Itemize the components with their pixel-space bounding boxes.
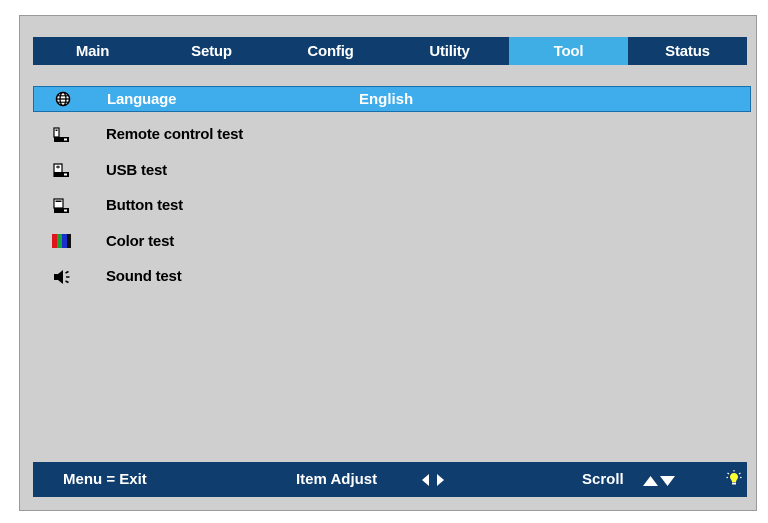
tab-config[interactable]: Config <box>271 37 390 65</box>
menu-exit-hint: Menu = Exit <box>63 471 147 488</box>
button-test-icon <box>51 197 73 215</box>
hint-bar: Menu = Exit Item Adjust Scroll <box>33 462 747 497</box>
language-value[interactable]: English <box>359 91 413 108</box>
menu-item-usb-test[interactable]: USB test <box>33 153 751 189</box>
tool-menu-list: Language English Remote control test USB… <box>33 86 751 295</box>
menu-item-label: Remote control test <box>106 126 244 144</box>
menu-item-color-test[interactable]: Color test <box>33 224 751 260</box>
menu-item-sound-test[interactable]: Sound test <box>33 259 751 295</box>
menu-item-label: Language <box>107 90 177 108</box>
menu-item-label: Sound test <box>106 268 182 286</box>
menu-item-language[interactable]: Language English <box>33 86 751 112</box>
remote-test-icon <box>51 126 73 144</box>
item-adjust-hint: Item Adjust <box>296 471 378 488</box>
tab-main[interactable]: Main <box>33 37 152 65</box>
menu-item-label: Button test <box>106 197 183 215</box>
up-down-arrows-icon <box>642 474 676 491</box>
globe-icon <box>52 90 74 108</box>
tab-setup[interactable]: Setup <box>152 37 271 65</box>
tab-tool[interactable]: Tool <box>509 37 628 65</box>
scroll-hint: Scroll <box>582 471 624 488</box>
left-right-arrows-icon <box>421 473 445 491</box>
tab-bar: Main Setup Config Utility Tool Status <box>33 37 747 65</box>
tab-status[interactable]: Status <box>628 37 747 65</box>
tab-utility[interactable]: Utility <box>390 37 509 65</box>
menu-item-button-test[interactable]: Button test <box>33 188 751 224</box>
usb-test-icon <box>51 161 73 179</box>
speaker-icon <box>51 268 73 286</box>
menu-item-remote-control-test[interactable]: Remote control test <box>33 117 751 153</box>
menu-item-label: USB test <box>106 161 167 179</box>
lightbulb-icon <box>726 470 742 492</box>
color-bars-icon <box>51 232 73 250</box>
osd-menu-panel: Main Setup Config Utility Tool Status La… <box>19 15 757 511</box>
menu-item-label: Color test <box>106 232 175 250</box>
